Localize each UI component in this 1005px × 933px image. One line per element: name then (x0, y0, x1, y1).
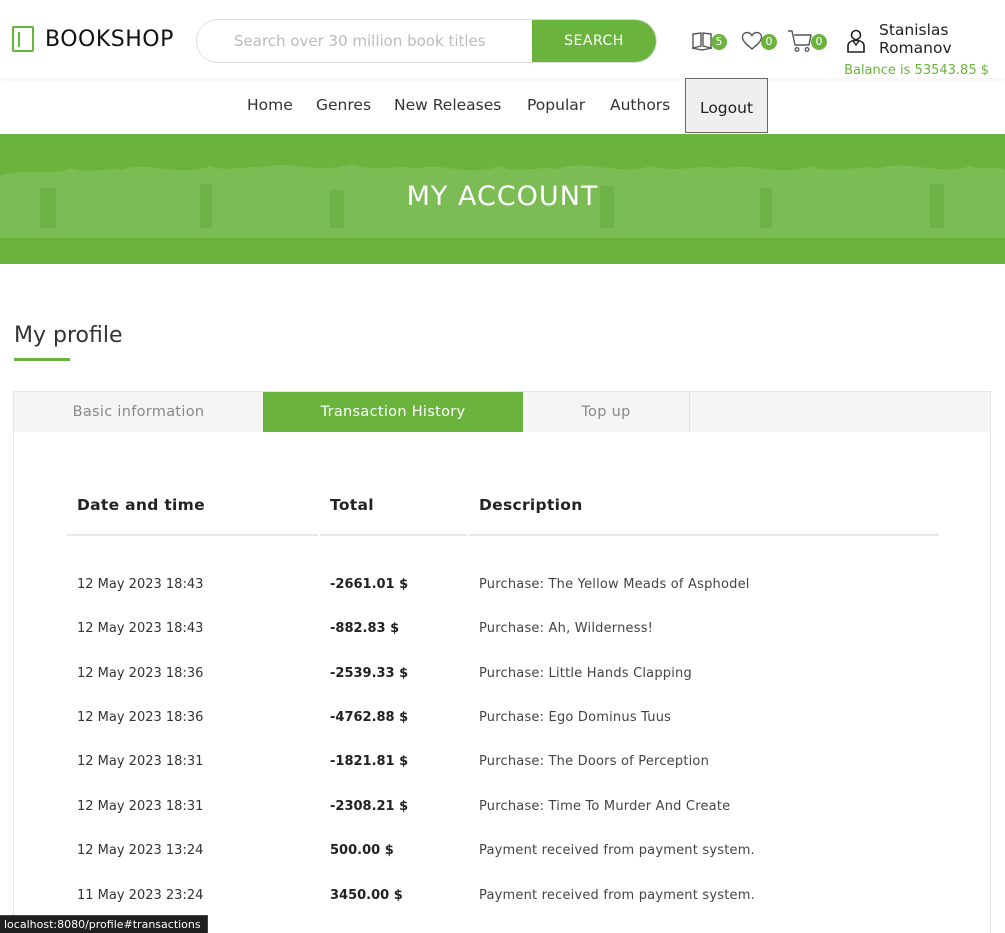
wishlist-link[interactable]: 0 (741, 28, 777, 54)
transaction-date: 12 May 2023 18:43 (77, 577, 204, 592)
transaction-description: Payment received from payment system. (479, 843, 755, 858)
nav-authors[interactable]: Authors (610, 96, 670, 114)
search-input[interactable] (197, 20, 532, 62)
transaction-date: 11 May 2023 23:24 (77, 888, 204, 903)
cart-count-badge: 0 (811, 34, 827, 50)
transaction-description: Purchase: Ego Dominus Tuus (479, 710, 672, 725)
nav-genres[interactable]: Genres (316, 96, 371, 114)
table-row: 12 May 2023 18:31 -2308.21 $ Purchase: T… (14, 799, 990, 819)
table-row: 11 May 2023 23:24 3450.00 $ Payment rece… (14, 888, 990, 908)
transaction-date: 12 May 2023 18:36 (77, 666, 204, 681)
transaction-total: -1821.81 $ (330, 754, 409, 769)
transaction-total: -4762.88 $ (330, 710, 409, 725)
transaction-date: 12 May 2023 18:36 (77, 710, 204, 725)
page-title: MY ACCOUNT (406, 181, 599, 212)
postponed-icon (691, 32, 713, 51)
tab-divider (689, 392, 690, 432)
user-menu[interactable]: Stanislas Romanov (845, 21, 989, 57)
cart-link[interactable]: 0 (787, 28, 827, 54)
profile-title: My profile (14, 323, 123, 348)
tab-transaction-history[interactable]: Transaction History (263, 392, 523, 432)
title-underline (14, 358, 70, 361)
column-header-date: Date and time (77, 496, 205, 514)
page: BOOKSHOP SEARCH 5 0 0 (0, 0, 1005, 933)
transaction-total: 500.00 $ (330, 843, 394, 858)
transaction-total: 3450.00 $ (330, 888, 403, 903)
table-row: 12 May 2023 18:36 -4762.88 $ Purchase: E… (14, 710, 990, 730)
logo-text: BOOKSHOP (45, 26, 174, 52)
main-nav: Home Genres New Releases Popular Authors… (0, 78, 1005, 134)
transaction-description: Payment received from payment system. (479, 888, 755, 903)
cart-icon (788, 30, 812, 52)
header-underline (469, 534, 939, 536)
table-row: 12 May 2023 13:24 500.00 $ Payment recei… (14, 843, 990, 863)
table-row: 12 May 2023 18:43 -882.83 $ Purchase: Ah… (14, 621, 990, 641)
transaction-date: 12 May 2023 18:31 (77, 799, 204, 814)
header-underline (320, 534, 467, 536)
search-form: SEARCH (196, 19, 657, 63)
logout-button[interactable]: Logout (685, 78, 768, 133)
column-header-description: Description (479, 496, 583, 514)
transaction-total: -2661.01 $ (330, 577, 409, 592)
profile-tabs: Basic information Transaction History To… (14, 392, 990, 432)
transaction-date: 12 May 2023 18:31 (77, 754, 204, 769)
postponed-link[interactable]: 5 (691, 28, 727, 54)
header: BOOKSHOP SEARCH 5 0 0 (0, 0, 1005, 78)
tab-top-up[interactable]: Top up (523, 392, 689, 432)
header-underline (67, 534, 318, 536)
nav-home[interactable]: Home (247, 96, 293, 114)
postponed-count-badge: 5 (711, 34, 727, 50)
transaction-description: Purchase: The Yellow Meads of Asphodel (479, 577, 750, 592)
user-icon (847, 29, 865, 53)
table-row: 12 May 2023 18:43 -2661.01 $ Purchase: T… (14, 577, 990, 597)
wishlist-count-badge: 0 (761, 34, 777, 50)
transaction-description: Purchase: Ah, Wilderness! (479, 621, 654, 636)
transaction-date: 12 May 2023 18:43 (77, 621, 204, 636)
page-banner: MY ACCOUNT (0, 134, 1005, 264)
heart-icon (741, 31, 763, 50)
transaction-description: Purchase: The Doors of Perception (479, 754, 710, 769)
nav-popular[interactable]: Popular (527, 96, 585, 114)
table-row: 12 May 2023 18:31 -1821.81 $ Purchase: T… (14, 754, 990, 774)
search-button[interactable]: SEARCH (532, 20, 656, 62)
transaction-description: Purchase: Little Hands Clapping (479, 666, 692, 681)
column-header-total: Total (330, 496, 374, 514)
table-row: 12 May 2023 18:36 -2539.33 $ Purchase: L… (14, 666, 990, 686)
transaction-total: -2539.33 $ (330, 666, 409, 681)
logo[interactable]: BOOKSHOP (12, 26, 174, 52)
book-icon (12, 26, 34, 52)
user-name: Stanislas Romanov (879, 21, 952, 57)
nav-new-releases[interactable]: New Releases (394, 96, 501, 114)
transaction-date: 12 May 2023 13:24 (77, 843, 204, 858)
transaction-description: Purchase: Time To Murder And Create (479, 799, 731, 814)
tab-basic-information[interactable]: Basic information (14, 392, 263, 432)
transaction-total: -2308.21 $ (330, 799, 409, 814)
status-bar-url: localhost:8080/profile#transactions (0, 915, 208, 933)
transaction-total: -882.83 $ (330, 621, 400, 636)
balance-text: Balance is 53543.85 $ (844, 63, 989, 78)
profile-panel: Basic information Transaction History To… (13, 391, 991, 933)
